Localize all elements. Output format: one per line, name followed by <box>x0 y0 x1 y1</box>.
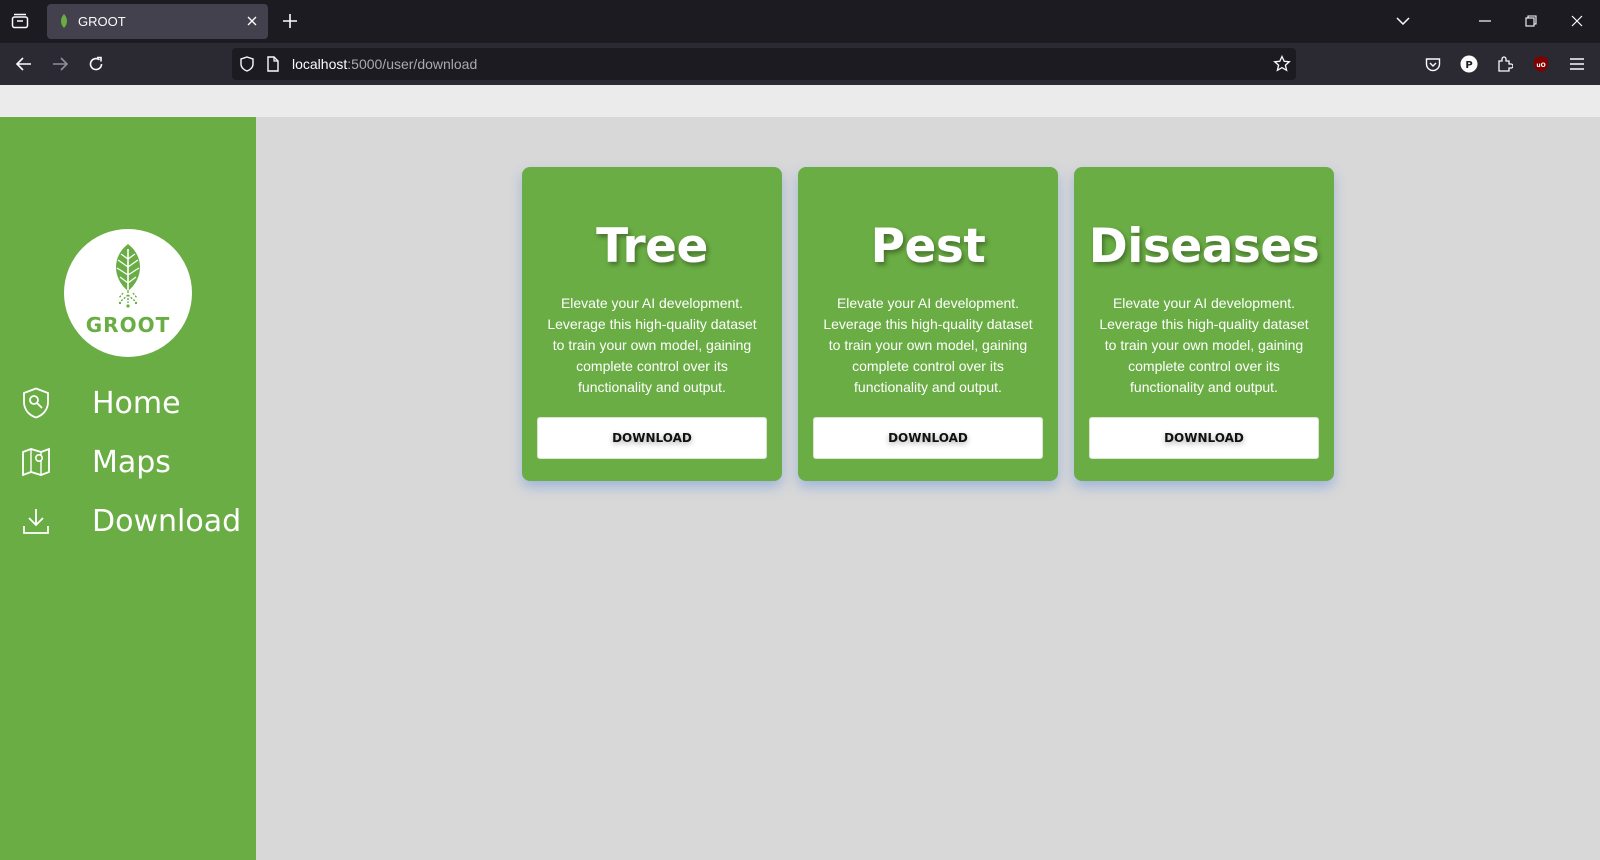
dataset-card-diseases: Diseases Elevate your AI development. Le… <box>1074 167 1334 481</box>
sidebar-item-label: Download <box>92 503 242 539</box>
card-description: Elevate your AI development. Leverage th… <box>823 295 1033 395</box>
extensions-puzzle-icon[interactable] <box>1495 54 1515 74</box>
logo-text: GROOT <box>85 313 171 337</box>
close-window-icon[interactable] <box>1567 11 1587 31</box>
url-bar[interactable]: localhost:5000/user/download <box>232 48 1296 80</box>
new-tab-icon[interactable] <box>280 11 300 31</box>
forward-arrow-icon[interactable] <box>50 54 70 74</box>
map-icon <box>20 446 52 478</box>
list-tabs-chevron-icon[interactable] <box>1393 11 1413 31</box>
back-arrow-icon[interactable] <box>14 54 34 74</box>
browser-nav-bar: localhost:5000/user/download P uO <box>0 43 1600 85</box>
sidebar-item-label: Maps <box>92 444 171 480</box>
dataset-card-tree: Tree Elevate your AI development. Levera… <box>522 167 782 481</box>
page-info-icon[interactable] <box>264 55 282 73</box>
restore-icon[interactable] <box>1521 11 1541 31</box>
sidebar: GROOT Home Maps Download <box>0 117 256 860</box>
sidebar-item-home[interactable]: Home <box>0 378 256 428</box>
card-title: Pest <box>870 219 986 274</box>
page-top-strip <box>0 85 1600 117</box>
bookmark-star-icon[interactable] <box>1273 55 1291 73</box>
sidebar-item-download[interactable]: Download <box>0 496 256 546</box>
card-description: Elevate your AI development. Leverage th… <box>547 295 757 395</box>
tab-title: GROOT <box>78 14 126 29</box>
leaf-logo-icon <box>116 244 140 308</box>
shield-icon[interactable] <box>238 55 256 73</box>
sidebar-item-label: Home <box>92 385 181 421</box>
browser-tab-bar: GROOT <box>0 0 1600 43</box>
url-path: :5000/user/download <box>347 56 478 72</box>
minimize-icon[interactable] <box>1475 11 1495 31</box>
download-icon <box>20 505 52 537</box>
card-description: Elevate your AI development. Leverage th… <box>1099 295 1309 395</box>
browser-tab[interactable]: GROOT <box>47 4 268 39</box>
reload-icon[interactable] <box>86 54 106 74</box>
tab-overview-icon[interactable] <box>10 11 30 31</box>
dataset-card-pest: Pest Elevate your AI development. Levera… <box>798 167 1058 481</box>
card-title: Diseases <box>1088 219 1320 274</box>
leaf-favicon-icon <box>59 14 69 29</box>
svg-text:uO: uO <box>1536 62 1545 69</box>
svg-text:P: P <box>1465 60 1472 71</box>
url-host: localhost <box>292 56 348 72</box>
close-tab-icon[interactable] <box>244 13 260 29</box>
profile-extension-icon[interactable]: P <box>1459 54 1479 74</box>
hamburger-menu-icon[interactable] <box>1567 54 1587 74</box>
download-pest-button[interactable]: DOWNLOAD <box>813 417 1043 459</box>
download-diseases-button[interactable]: DOWNLOAD <box>1089 417 1319 459</box>
url-text[interactable]: localhost:5000/user/download <box>292 56 477 72</box>
card-title: Tree <box>596 219 708 274</box>
ublock-origin-icon[interactable]: uO <box>1531 54 1551 74</box>
sidebar-item-maps[interactable]: Maps <box>0 437 256 487</box>
groot-logo[interactable]: GROOT <box>64 229 192 357</box>
pocket-icon[interactable] <box>1423 54 1443 74</box>
shield-location-icon <box>20 387 52 419</box>
download-tree-button[interactable]: DOWNLOAD <box>537 417 767 459</box>
